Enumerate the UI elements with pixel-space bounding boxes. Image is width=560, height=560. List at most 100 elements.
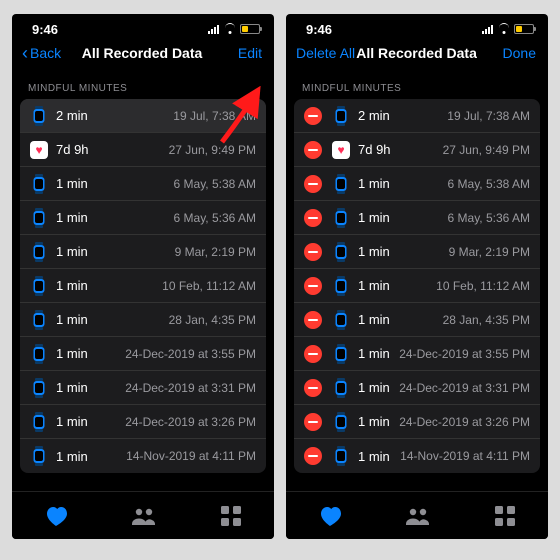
- list-row[interactable]: 2 min 19 Jul, 7:38 AM: [20, 99, 266, 133]
- row-duration: 7d 9h: [358, 142, 391, 157]
- delete-row-icon[interactable]: [304, 243, 322, 261]
- delete-row-icon[interactable]: [304, 277, 322, 295]
- row-duration: 1 min: [56, 380, 88, 395]
- list-row[interactable]: 1 min6 May, 5:36 AM: [20, 201, 266, 235]
- wifi-icon: [497, 24, 510, 34]
- list-row[interactable]: 1 min6 May, 5:36 AM: [294, 201, 540, 235]
- row-duration: 1 min: [358, 449, 390, 464]
- row-timestamp: 10 Feb, 11:12 AM: [436, 279, 530, 293]
- watch-icon: [30, 344, 48, 364]
- list-row[interactable]: 1 min9 Mar, 2:19 PM: [20, 235, 266, 269]
- list-row[interactable]: ♥7d 9h27 Jun, 9:49 PM: [294, 133, 540, 167]
- delete-row-icon[interactable]: [304, 311, 322, 329]
- status-time: 9:46: [306, 22, 332, 37]
- watch-icon: [332, 208, 350, 228]
- nav-left-label: Back: [30, 45, 61, 61]
- tab-sharing[interactable]: [131, 506, 157, 526]
- delete-row-icon[interactable]: [304, 141, 322, 159]
- list-row[interactable]: 1 min24-Dec-2019 at 3:55 PM: [294, 337, 540, 371]
- list-row[interactable]: 1 min 10 Feb, 11:12 AM: [20, 269, 266, 303]
- list-row[interactable]: ♥7d 9h27 Jun, 9:49 PM: [20, 133, 266, 167]
- data-list: 2 min 19 Jul, 7:38 AM ♥7d 9h27 Jun, 9:49 P…: [20, 99, 266, 473]
- delete-row-icon[interactable]: [304, 447, 322, 465]
- nav-bar: ‹ Back All Recorded Data Edit: [12, 40, 274, 69]
- list-row[interactable]: 1 min14-Nov-2019 at 4:11 PM: [294, 439, 540, 473]
- watch-icon: [30, 106, 48, 126]
- nav-right-label: Done: [503, 45, 536, 61]
- watch-icon: [30, 276, 48, 296]
- tab-browse[interactable]: [220, 505, 242, 527]
- delete-row-icon[interactable]: [304, 413, 322, 431]
- delete-row-icon[interactable]: [304, 107, 322, 125]
- device-screen: 9:46 Delete All All Recorded Data Done M…: [286, 14, 548, 539]
- row-duration: 2 min: [358, 108, 390, 123]
- list-row[interactable]: 1 min28 Jan, 4:35 PM: [294, 303, 540, 337]
- watch-icon: [332, 446, 350, 466]
- row-duration: 1 min: [358, 380, 390, 395]
- battery-icon: [240, 24, 260, 34]
- status-icons: [482, 24, 534, 34]
- chevron-left-icon: ‹: [22, 46, 28, 60]
- row-duration: 1 min: [358, 312, 390, 327]
- list-row[interactable]: 1 min24-Dec-2019 at 3:26 PM: [294, 405, 540, 439]
- nav-left-label: Delete All: [296, 45, 355, 61]
- row-duration: 1 min: [56, 312, 88, 327]
- row-timestamp: 19 Jul, 7:38 AM: [447, 109, 530, 123]
- row-duration: 1 min: [358, 346, 390, 361]
- tab-summary[interactable]: [318, 505, 342, 527]
- list-row[interactable]: 1 min 6 May, 5:38 AM: [20, 167, 266, 201]
- delete-row-icon[interactable]: [304, 379, 322, 397]
- row-duration: 1 min: [56, 278, 88, 293]
- nav-right-button[interactable]: Edit: [204, 45, 262, 61]
- watch-icon: [30, 174, 48, 194]
- watch-icon: [30, 310, 48, 330]
- delete-row-icon[interactable]: [304, 209, 322, 227]
- health-app-icon: ♥: [30, 141, 48, 159]
- row-duration: 2 min: [56, 108, 88, 123]
- list-row[interactable]: 1 min 9 Mar, 2:19 PM: [294, 235, 540, 269]
- nav-left-button[interactable]: Delete All: [296, 45, 355, 61]
- tab-bar: [286, 491, 548, 539]
- row-timestamp: 9 Mar, 2:19 PM: [175, 245, 256, 259]
- row-timestamp: 19 Jul, 7:38 AM: [173, 109, 256, 123]
- signal-icon: [482, 25, 493, 34]
- row-timestamp: 24-Dec-2019 at 3:31 PM: [125, 381, 256, 395]
- list-row[interactable]: 1 min24-Dec-2019 at 3:26 PM: [20, 405, 266, 439]
- watch-icon: [332, 412, 350, 432]
- row-timestamp: 6 May, 5:38 AM: [174, 177, 256, 191]
- watch-icon: [30, 412, 48, 432]
- list-row[interactable]: 1 min 28 Jan, 4:35 PM: [20, 303, 266, 337]
- nav-left-button[interactable]: ‹ Back: [22, 45, 80, 61]
- nav-right-label: Edit: [238, 45, 262, 61]
- nav-title: All Recorded Data: [80, 45, 204, 61]
- nav-right-button[interactable]: Done: [478, 45, 536, 61]
- watch-icon: [332, 310, 350, 330]
- delete-row-icon[interactable]: [304, 175, 322, 193]
- row-timestamp: 9 Mar, 2:19 PM: [449, 245, 530, 259]
- list-row[interactable]: 2 min 19 Jul, 7:38 AM: [294, 99, 540, 133]
- row-duration: 1 min: [358, 244, 390, 259]
- tab-sharing[interactable]: [405, 506, 431, 526]
- watch-icon: [332, 344, 350, 364]
- watch-icon: [30, 446, 48, 466]
- row-duration: 1 min: [358, 210, 390, 225]
- list-row[interactable]: 1 min10 Feb, 11:12 AM: [294, 269, 540, 303]
- list-row[interactable]: 1 min 24-Dec-2019 at 3:31 PM: [20, 371, 266, 405]
- watch-icon: [332, 378, 350, 398]
- tab-summary[interactable]: [44, 505, 68, 527]
- row-timestamp: 6 May, 5:38 AM: [448, 177, 530, 191]
- row-timestamp: 10 Feb, 11:12 AM: [162, 279, 256, 293]
- list-row[interactable]: 1 min14-Nov-2019 at 4:11 PM: [20, 439, 266, 473]
- status-time: 9:46: [32, 22, 58, 37]
- delete-row-icon[interactable]: [304, 345, 322, 363]
- device-screen: 9:46 ‹ Back All Recorded Data Edit MINDF…: [12, 14, 274, 539]
- data-list: 2 min 19 Jul, 7:38 AM ♥7d 9h27 Jun, 9:49 P…: [294, 99, 540, 473]
- list-row[interactable]: 1 min24-Dec-2019 at 3:31 PM: [294, 371, 540, 405]
- watch-icon: [332, 276, 350, 296]
- status-bar: 9:46: [12, 14, 274, 40]
- row-timestamp: 28 Jan, 4:35 PM: [169, 313, 256, 327]
- list-row[interactable]: 1 min6 May, 5:38 AM: [294, 167, 540, 201]
- row-duration: 1 min: [56, 176, 88, 191]
- tab-browse[interactable]: [494, 505, 516, 527]
- list-row[interactable]: 1 min24-Dec-2019 at 3:55 PM: [20, 337, 266, 371]
